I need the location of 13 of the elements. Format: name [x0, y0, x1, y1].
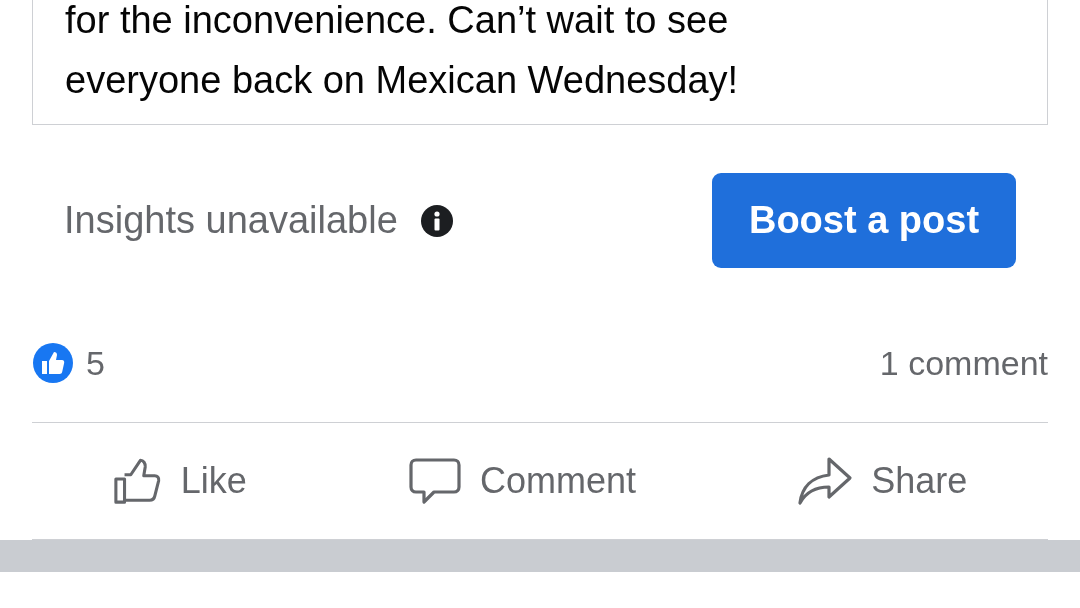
boost-button[interactable]: Boost a post [712, 173, 1016, 268]
reaction-count: 5 [86, 343, 105, 383]
post-text: for the inconvenience. Can’t wait to see everyone back on Mexican Wednesday! [65, 0, 740, 103]
comment-count[interactable]: 1 comment [879, 343, 1048, 383]
speech-bubble-icon [407, 456, 462, 506]
info-icon[interactable] [419, 203, 454, 238]
insights-label: Insights unavailable [64, 199, 398, 242]
like-reaction-icon [32, 342, 74, 384]
share-arrow-icon [797, 456, 854, 506]
like-button[interactable]: Like [102, 456, 257, 506]
comment-button[interactable]: Comment [397, 456, 646, 506]
share-button[interactable]: Share [787, 456, 978, 506]
thumbs-up-icon [112, 456, 163, 506]
